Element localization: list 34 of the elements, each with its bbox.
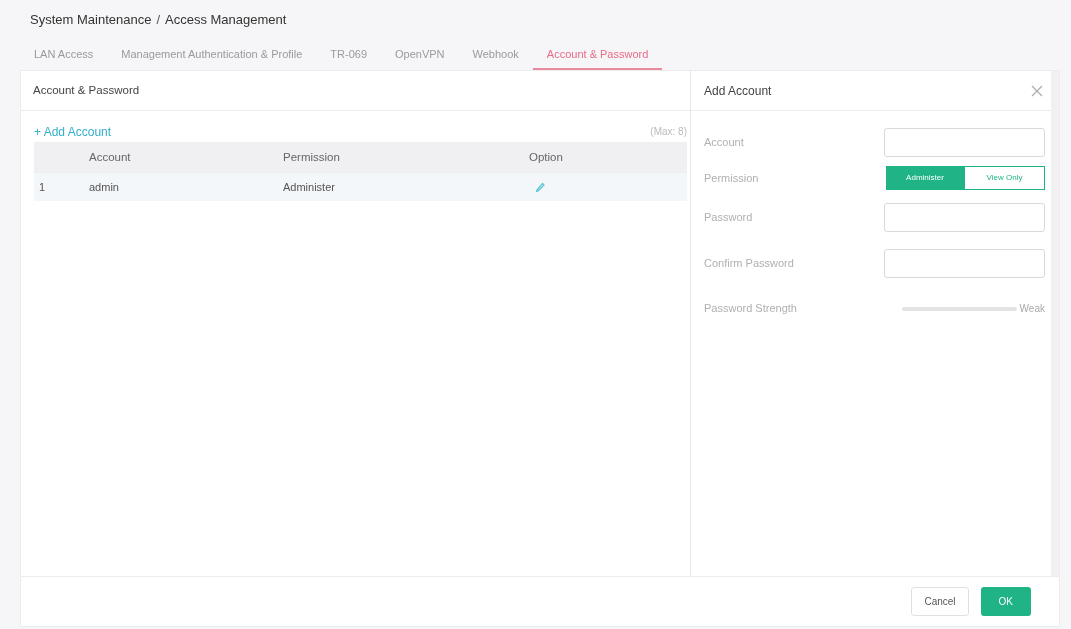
field-label: Permission — [704, 170, 759, 186]
segment-option[interactable]: Administer — [886, 166, 964, 190]
segment-option[interactable]: View Only — [964, 166, 1045, 190]
add-account-link[interactable]: + Add Account — [34, 122, 112, 141]
input-field[interactable] — [884, 128, 1045, 157]
input-field[interactable] — [884, 249, 1045, 278]
tab[interactable]: LAN Access — [20, 40, 108, 70]
table-cell: Administer — [283, 180, 335, 193]
drawer-title: Add Account — [704, 82, 772, 100]
breadcrumb-separator: / — [156, 11, 161, 30]
field-label: Account — [704, 135, 744, 151]
close-icon[interactable] — [1031, 84, 1043, 97]
breadcrumb-link[interactable]: System Maintenance — [30, 10, 152, 30]
ok-button[interactable]: OK — [980, 587, 1031, 616]
field-label: Confirm Password — [704, 256, 794, 272]
breadcrumb-current: Access Management — [165, 11, 287, 30]
tab[interactable]: TR-069 — [316, 40, 381, 70]
table-cell: admin — [89, 180, 119, 193]
strength-reading: Weak — [1019, 302, 1045, 316]
tab[interactable]: OpenVPN — [381, 40, 459, 70]
pencil-icon[interactable] — [535, 182, 545, 192]
max-note: (Max: 8) — [650, 125, 687, 139]
column-header: Account — [89, 150, 131, 163]
column-header: Permission — [283, 150, 340, 163]
cancel-button[interactable]: Cancel — [911, 587, 969, 616]
panel-title: Account & Password — [33, 82, 140, 98]
tab[interactable]: Webhook — [458, 40, 533, 70]
field-label: Password — [704, 210, 753, 226]
input-field[interactable] — [884, 203, 1045, 232]
tab[interactable]: Management Authentication & Profile — [107, 40, 317, 70]
row-index: 1 — [39, 180, 46, 193]
field-label: Password Strength — [704, 301, 797, 317]
table-row[interactable]: 1 admin Administer — [34, 173, 687, 201]
column-header: Option — [529, 150, 563, 163]
